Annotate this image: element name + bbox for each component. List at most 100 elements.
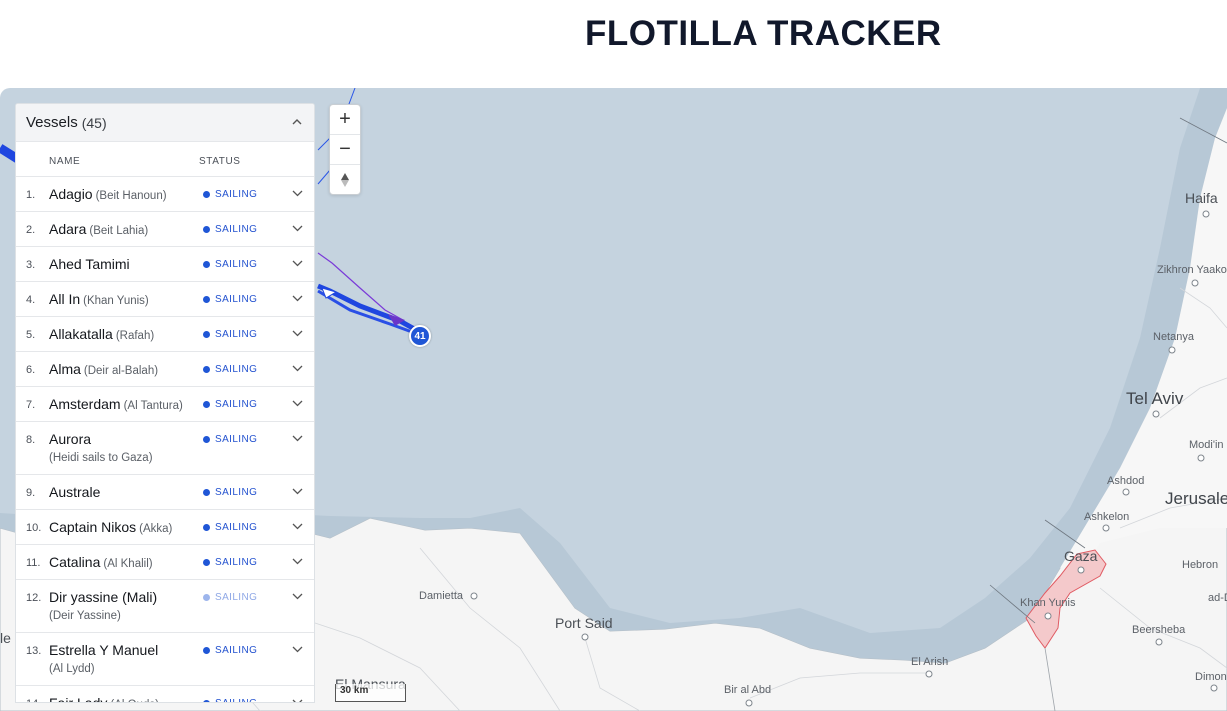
vessel-alias: (Beit Lahia) (89, 225, 149, 237)
chevron-down-icon[interactable] (292, 259, 303, 267)
status-text: SAILING (215, 487, 258, 498)
vessel-row[interactable]: 14. Fair Lady(Al Quds) SAILING (16, 686, 314, 703)
vessel-row[interactable]: 2. Adara (Beit Lahia) SAILING (16, 212, 314, 247)
vessel-name-cell: Adara (Beit Lahia) (49, 221, 148, 237)
vessel-name: Amsterdam (49, 396, 121, 412)
vessel-row[interactable]: 5. Allakatalla (Rafah) SAILING (16, 317, 314, 352)
chevron-down-icon[interactable] (292, 329, 303, 337)
chevron-down-icon[interactable] (292, 522, 303, 530)
chevron-down-icon[interactable] (292, 434, 303, 442)
vessel-name-cell: Aurora (49, 431, 91, 447)
vessels-title: Vessels (26, 114, 78, 131)
vessel-name: Catalina (49, 554, 101, 570)
vessel-row[interactable]: 6. Alma (Deir al-Balah) SAILING (16, 352, 314, 387)
status-dot-icon (203, 331, 210, 338)
vessel-name-cell: All In (Khan Yunis) (49, 291, 149, 307)
status-dot-icon (203, 436, 210, 443)
chevron-down-icon[interactable] (292, 592, 303, 600)
vessel-number: 13. (26, 645, 42, 657)
vessel-number: 6. (26, 364, 36, 376)
vessel-row[interactable]: 9. Australe SAILING (16, 475, 314, 510)
vessel-row[interactable]: 12. Dir yassine (Mali) (Deir Yassine) SAILI… (16, 580, 314, 633)
vessel-name: Captain Nikos (49, 519, 137, 535)
map-label-ashdod: Ashdod (1107, 475, 1145, 487)
vessel-number: 4. (26, 294, 36, 306)
reset-north-button[interactable] (330, 165, 360, 194)
vessel-name: Australe (49, 484, 101, 500)
map-label-tel-aviv: Tel Aviv (1126, 389, 1184, 408)
vessel-number: 10. (26, 522, 42, 534)
vessel-alias: (Al Lydd) (49, 663, 95, 675)
vessel-number: 2. (26, 224, 36, 236)
chevron-up-icon[interactable] (290, 115, 304, 129)
status-text: SAILING (215, 259, 258, 270)
status-dot-icon (203, 594, 210, 601)
vessel-alias: (Heidi sails to Gaza) (49, 452, 153, 464)
map-label-zikhron: Zikhron Yaakov (1157, 264, 1227, 276)
vessel-number: 9. (26, 487, 36, 499)
map-label-beersheba: Beersheba (1132, 624, 1186, 636)
vessel-name-cell: Allakatalla (Rafah) (49, 326, 154, 342)
status-dot-icon (203, 296, 210, 303)
vessel-alias: (Al Quds) (110, 699, 159, 702)
status-text: SAILING (215, 189, 258, 200)
chevron-down-icon[interactable] (292, 224, 303, 232)
compass-icon (341, 172, 349, 187)
vessel-row[interactable]: 3. Ahed Tamimi SAILING (16, 247, 314, 282)
vessel-name: Adagio (49, 186, 93, 202)
chevron-down-icon[interactable] (292, 645, 303, 653)
zoom-out-button[interactable]: − (330, 135, 360, 165)
vessel-list: 1. Adagio (Beit Hanoun) SAILING 2. Adara (Beit… (16, 177, 314, 703)
status-text: SAILING (215, 645, 258, 656)
vessel-row[interactable]: 10. Captain Nikos (Akka) SAILING (16, 510, 314, 545)
zoom-in-button[interactable]: + (330, 105, 360, 135)
status-dot-icon (203, 559, 210, 566)
vessel-number: 7. (26, 399, 36, 411)
status-text: SAILING (215, 698, 257, 702)
vessel-name-cell: Ahed Tamimi (49, 256, 130, 272)
vessel-row[interactable]: 7. Amsterdam (Al Tantura) SAILING (16, 387, 314, 422)
status-badge: SAILING (203, 487, 257, 498)
map-label-haifa: Haifa (1185, 190, 1218, 206)
vessel-name-cell: Alma (Deir al-Balah) (49, 361, 158, 377)
chevron-down-icon[interactable] (292, 294, 303, 302)
status-dot-icon (203, 489, 210, 496)
vessel-alias: (Khan Yunis) (83, 295, 149, 307)
status-text: SAILING (215, 329, 258, 340)
chevron-down-icon[interactable] (292, 364, 303, 372)
status-dot-icon (203, 191, 210, 198)
vessel-name-cell: Catalina (Al Khalil) (49, 554, 153, 570)
map-label-el-arish: El Arish (911, 656, 949, 668)
status-dot-icon (203, 366, 210, 373)
vessel-row[interactable]: 4. All In (Khan Yunis) SAILING (16, 282, 314, 317)
status-text: SAILING (215, 294, 258, 305)
column-name: NAME (49, 156, 81, 167)
status-badge: SAILING (203, 522, 257, 533)
vessels-column-header: NAME STATUS (16, 142, 314, 177)
map-label-ashkelon: Ashkelon (1084, 511, 1130, 523)
chevron-down-icon[interactable] (292, 487, 303, 495)
vessel-alias: (Al Tantura) (123, 400, 183, 412)
vessel-row[interactable]: 13. Estrella Y Manuel (Al Lydd) SAILING (16, 633, 314, 686)
map-zoom-controls: + − (329, 104, 361, 195)
vessels-panel-header[interactable]: Vessels (45) (16, 104, 314, 142)
vessel-cluster-marker[interactable]: 41 (409, 325, 431, 347)
vessel-name-cell: Dir yassine (Mali) (49, 589, 157, 605)
chevron-down-icon[interactable] (292, 189, 303, 197)
status-badge: SAILING (203, 364, 257, 375)
vessel-name: All In (49, 291, 81, 307)
vessel-name-cell: Adagio (Beit Hanoun) (49, 186, 167, 202)
vessel-row[interactable]: 8. Aurora (Heidi sails to Gaza) SAILING (16, 422, 314, 475)
status-badge: SAILING (203, 698, 257, 702)
vessel-row[interactable]: 1. Adagio (Beit Hanoun) SAILING (16, 177, 314, 212)
status-badge: SAILING (203, 189, 257, 200)
chevron-down-icon[interactable] (292, 698, 303, 703)
status-badge: SAILING (203, 294, 257, 305)
vessel-name: Ahed Tamimi (49, 256, 130, 272)
map-label-port-said: Port Said (555, 615, 613, 631)
chevron-down-icon[interactable] (292, 557, 303, 565)
vessel-name-cell: Australe (49, 484, 100, 500)
vessel-row[interactable]: 11. Catalina (Al Khalil) SAILING (16, 545, 314, 580)
chevron-down-icon[interactable] (292, 399, 303, 407)
column-status: STATUS (199, 156, 241, 167)
